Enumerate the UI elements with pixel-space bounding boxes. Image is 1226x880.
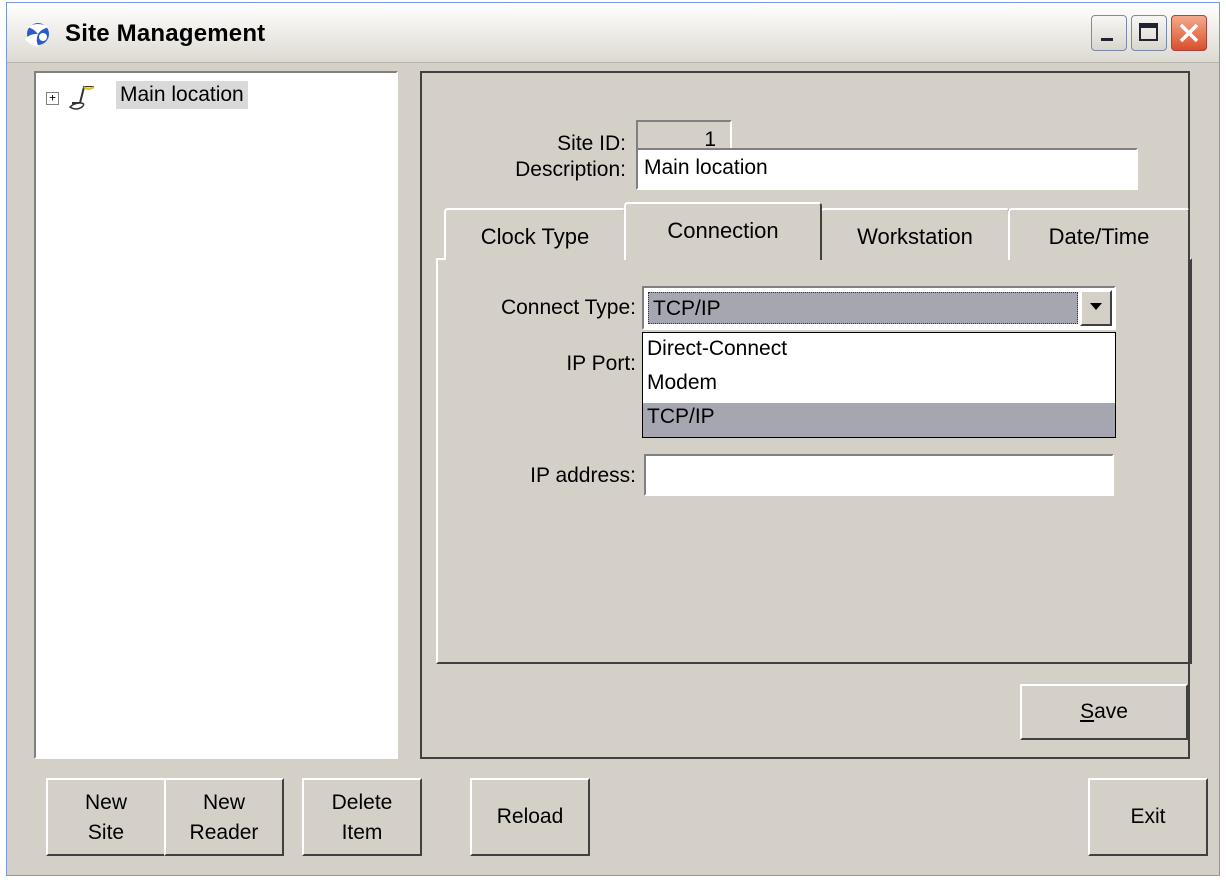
ip-address-field[interactable] <box>644 454 1114 496</box>
close-button[interactable] <box>1171 15 1207 51</box>
site-id-label: Site ID: <box>557 132 626 155</box>
new-reader-label-line1: New <box>202 791 245 814</box>
description-field[interactable]: Main location <box>636 148 1138 190</box>
tree-item-main-location[interactable]: Main location <box>116 81 248 109</box>
option-direct-connect[interactable]: Direct-Connect <box>643 335 1115 369</box>
new-site-label-line2: Site <box>87 821 125 844</box>
minimize-button[interactable] <box>1091 15 1127 51</box>
title-bar[interactable]: Site Management <box>7 3 1219 63</box>
save-label: ave <box>1094 700 1128 723</box>
close-icon <box>1179 23 1199 43</box>
connect-type-dropdown-list: Direct-Connect Modem TCP/IP <box>642 332 1116 438</box>
new-site-label-line1: New <box>84 791 127 814</box>
tab-date-time[interactable]: Date/Time <box>1008 208 1190 260</box>
exit-button[interactable]: Exit <box>1088 778 1208 856</box>
site-location-icon <box>68 86 95 110</box>
tab-clock-type[interactable]: Clock Type <box>444 208 626 260</box>
tab-workstation[interactable]: Workstation <box>820 208 1010 260</box>
option-modem[interactable]: Modem <box>643 369 1115 403</box>
option-tcp-ip[interactable]: TCP/IP <box>643 403 1115 437</box>
connect-type-label: Connect Type: <box>500 296 636 319</box>
maximize-button[interactable] <box>1131 15 1167 51</box>
description-label: Description: <box>515 158 626 181</box>
combobox-dropdown-button[interactable] <box>1080 290 1112 326</box>
connect-type-value: TCP/IP <box>648 292 1078 324</box>
delete-item-button[interactable]: Delete Item <box>302 778 422 856</box>
site-tree[interactable]: + Main location <box>34 71 398 759</box>
save-mnemonic: S <box>1080 700 1095 723</box>
delete-item-label-line1: Delete <box>331 791 393 814</box>
chevron-down-icon <box>1090 303 1102 310</box>
reload-button[interactable]: Reload <box>470 778 590 856</box>
connect-type-combobox[interactable]: TCP/IP <box>642 286 1116 330</box>
save-button[interactable]: Save <box>1020 684 1188 740</box>
ip-address-label: IP address: <box>530 464 636 487</box>
new-reader-label-line2: Reader <box>189 821 259 844</box>
maximize-icon <box>1139 23 1158 41</box>
new-site-button[interactable]: New Site <box>46 778 166 856</box>
window-title: Site Management <box>65 20 266 47</box>
ip-port-label: IP Port: <box>566 352 636 375</box>
new-reader-button[interactable]: New Reader <box>164 778 284 856</box>
minimize-icon <box>1101 38 1113 41</box>
tab-connection[interactable]: Connection <box>624 202 822 260</box>
delete-item-label-line2: Item <box>341 821 383 844</box>
tree-expand-toggle[interactable]: + <box>46 92 59 105</box>
app-logo-icon <box>25 23 49 47</box>
